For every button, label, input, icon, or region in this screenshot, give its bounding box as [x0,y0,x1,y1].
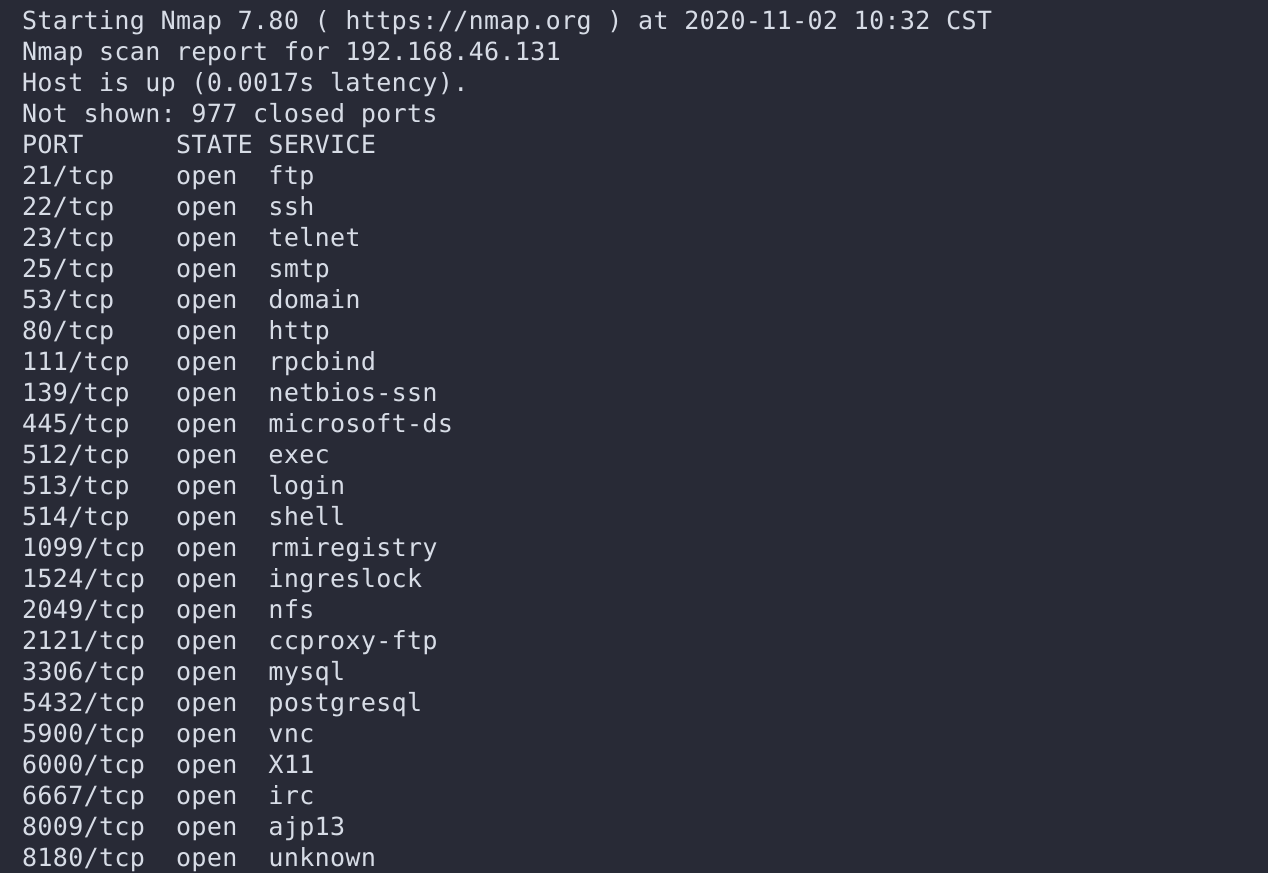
table-row: 139/tcp open netbios-ssn [22,378,438,407]
table-row: 5900/tcp open vnc [22,719,315,748]
table-row: 5432/tcp open postgresql [22,688,423,717]
nmap-scan-report-line: Nmap scan report for 192.168.46.131 [22,37,562,66]
table-row: 514/tcp open shell [22,502,346,531]
table-row: 25/tcp open smtp [22,254,331,283]
port-table-header: PORT STATE SERVICE [22,130,377,159]
terminal-output-pane[interactable]: Starting Nmap 7.80 ( https://nmap.org ) … [0,0,1268,872]
table-row: 8009/tcp open ajp13 [22,812,346,841]
table-row: 445/tcp open microsoft-ds [22,409,454,438]
table-row: 2049/tcp open nfs [22,595,315,624]
table-row: 21/tcp open ftp [22,161,315,190]
not-shown-line: Not shown: 977 closed ports [22,99,438,128]
table-row: 1524/tcp open ingreslock [22,564,423,593]
host-status-line: Host is up (0.0017s latency). [22,68,469,97]
table-row: 513/tcp open login [22,471,346,500]
table-row: 6000/tcp open X11 [22,750,315,779]
table-row: 1099/tcp open rmiregistry [22,533,438,562]
table-row: 3306/tcp open mysql [22,657,346,686]
table-row: 2121/tcp open ccproxy-ftp [22,626,438,655]
table-row: 512/tcp open exec [22,440,331,469]
table-row: 22/tcp open ssh [22,192,315,221]
table-row: 53/tcp open domain [22,285,361,314]
nmap-banner-line: Starting Nmap 7.80 ( https://nmap.org ) … [22,6,993,35]
table-row: 111/tcp open rpcbind [22,347,377,376]
table-row: 8180/tcp open unknown [22,843,377,872]
table-row: 80/tcp open http [22,316,331,345]
table-row: 23/tcp open telnet [22,223,361,252]
table-row: 6667/tcp open irc [22,781,315,810]
